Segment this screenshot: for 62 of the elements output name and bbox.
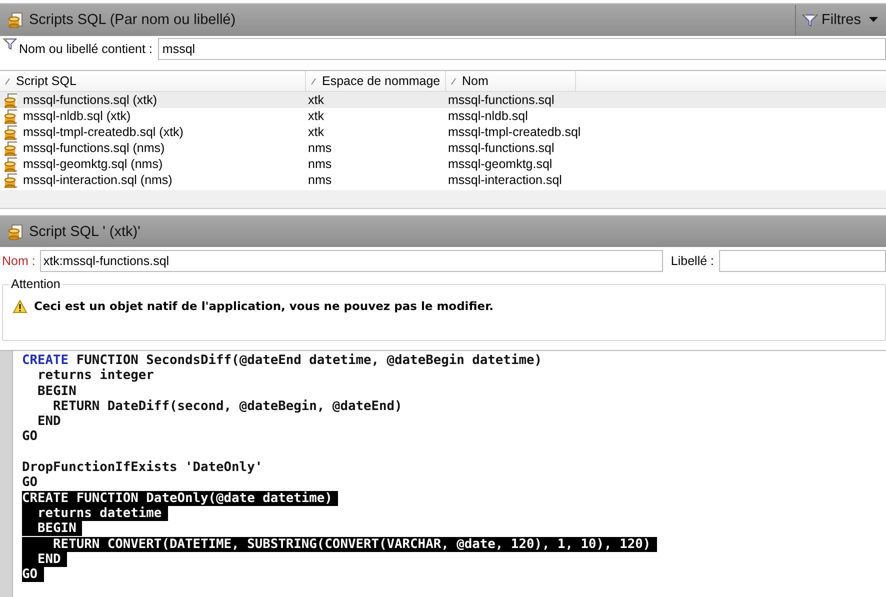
funnel-icon [3, 38, 17, 50]
panel-title: Scripts SQL (Par nom ou libellé) [29, 12, 237, 28]
table-cell: mssql-functions.sql [448, 141, 554, 155]
table-cell: mssql-nldb.sql (xtk) [23, 109, 131, 123]
table-row[interactable]: mssql-interaction.sql (nms) nms mssql-interaction.sql [0, 172, 886, 188]
sort-icon [311, 78, 316, 84]
table-cell: xtk [308, 109, 324, 123]
text-field[interactable]: xtk:mssql-functions.sql [40, 250, 663, 272]
table-cell: mssql-geomktg.sql [448, 157, 552, 171]
warning-icon [13, 300, 27, 312]
table-cell: mssql-functions.sql (nms) [23, 141, 165, 155]
sort-icon [451, 78, 456, 84]
table-cell: xtk [308, 93, 324, 107]
code-line: GO [22, 475, 38, 490]
code-line: CREATE FUNCTION SecondsDiff(@dateEnd datetime, @dateBegin datetime) [22, 353, 542, 368]
script-icon [8, 224, 23, 240]
text-field[interactable] [719, 250, 886, 272]
code-line: END [37, 414, 61, 430]
script-icon [4, 140, 17, 156]
table-cell: mssql-nldb.sql [448, 109, 528, 123]
filter-input[interactable]: mssql [158, 38, 886, 60]
sort-icon [5, 78, 10, 84]
table-cell: mssql-functions.sql [448, 93, 554, 107]
group-title: Attention [9, 277, 62, 291]
funnel-icon [802, 13, 818, 27]
code-line: GO [22, 429, 38, 444]
code-line: RETURN DateDiff(second, @dateBegin, @dateEnd) [52, 398, 402, 414]
table-row[interactable]: mssql-nldb.sql (xtk) xtk mssql-nldb.sql [0, 108, 886, 124]
table-cell: nms [308, 157, 332, 171]
table-cell: mssql-geomktg.sql (nms) [23, 157, 163, 171]
table-cell: mssql-tmpl-createdb.sql [448, 125, 581, 139]
table-cell: mssql-interaction.sql (nms) [23, 173, 172, 187]
table-cell: mssql-interaction.sql [448, 173, 562, 187]
table-cell: nms [308, 173, 332, 187]
table-row[interactable]: mssql-geomktg.sql (nms) nms mssql-geomktg.sql [0, 156, 886, 172]
script-icon [8, 12, 23, 28]
code-editor[interactable] [0, 350, 886, 597]
column-header[interactable]: Espace de nommage [306, 71, 446, 91]
table-row[interactable]: mssql-tmpl-createdb.sql (xtk) xtk mssql-tmpl-createdb.sql [0, 124, 886, 140]
table-cell: mssql-tmpl-createdb.sql (xtk) [23, 125, 184, 139]
table-cell: nms [308, 141, 332, 155]
script-icon [4, 124, 17, 140]
table-cell: mssql-functions.sql (xtk) [23, 93, 158, 107]
script-icon [4, 172, 17, 188]
code-line: DropFunctionIfExists 'DateOnly' [22, 460, 263, 476]
field-label: Nom : [2, 254, 36, 268]
caret-icon [869, 17, 878, 23]
warning-message: Ceci est un objet natif de l'application, vous ne pouvez pas le modifier. [34, 299, 494, 313]
column-header[interactable]: Nom [446, 71, 576, 91]
script-icon [4, 156, 17, 172]
code-line: returns integer [36, 368, 154, 384]
column-header[interactable]: Script SQL [0, 71, 306, 91]
field-label: Libellé : [670, 254, 714, 268]
code-line: BEGIN [36, 384, 76, 399]
table-cell: xtk [308, 125, 324, 139]
filter-button[interactable]: Filtres [794, 5, 886, 35]
table-row[interactable]: mssql-functions.sql (xtk) xtk mssql-functions.sql [0, 92, 886, 108]
table-row[interactable]: mssql-functions.sql (nms) nms mssql-functions.sql [0, 140, 886, 156]
panel-title: Script SQL ' (xtk)' [29, 224, 142, 240]
script-icon [4, 108, 17, 124]
script-icon [4, 92, 17, 108]
filter-label: Nom ou libellé contient : [19, 42, 152, 56]
